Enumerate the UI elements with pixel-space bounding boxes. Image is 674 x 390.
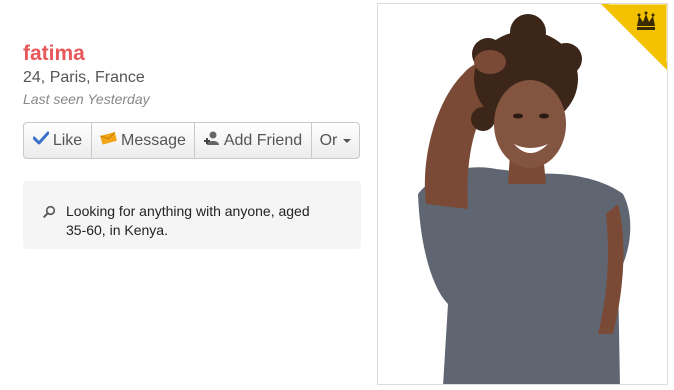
message-label: Message: [121, 131, 186, 149]
more-options-label: Or: [319, 131, 338, 149]
action-button-group: Like Message Add Friend Or: [23, 122, 360, 159]
last-seen: Last seen Yesterday: [23, 91, 150, 107]
looking-for-text: Looking for anything with anyone, aged 3…: [66, 203, 310, 238]
checkmark-icon: [32, 131, 50, 150]
profile-photo[interactable]: [377, 3, 668, 385]
search-icon: [43, 205, 56, 223]
add-friend-label: Add Friend: [223, 131, 303, 149]
crown-icon: [601, 4, 667, 70]
envelope-icon: [100, 131, 117, 150]
add-person-icon: [203, 130, 220, 151]
profile-name: fatima: [23, 42, 85, 65]
like-button[interactable]: Like: [24, 123, 92, 158]
looking-for-box: Looking for anything with anyone, aged 3…: [23, 181, 361, 249]
caret-down-icon: [343, 138, 352, 143]
profile-location: 24, Paris, France: [23, 69, 145, 86]
add-friend-button[interactable]: Add Friend: [195, 123, 312, 158]
more-options-dropdown[interactable]: Or: [312, 123, 359, 158]
message-button[interactable]: Message: [92, 123, 195, 158]
like-label: Like: [52, 131, 83, 149]
